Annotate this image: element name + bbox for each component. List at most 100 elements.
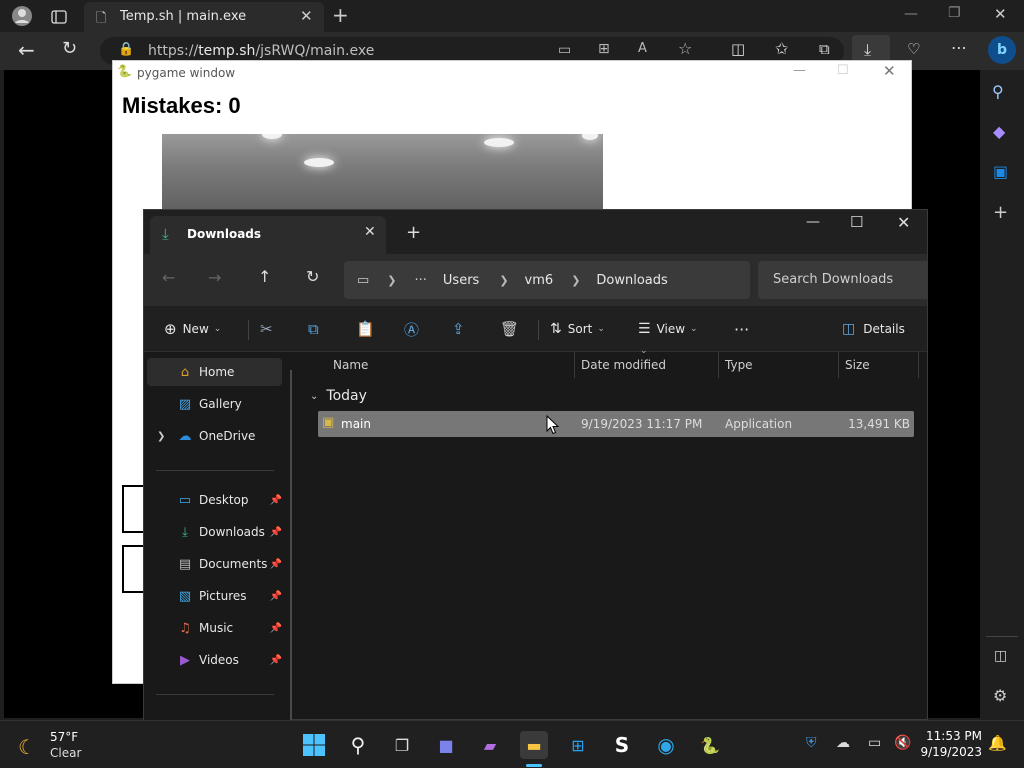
search-downloads-input[interactable]: Search Downloads	[758, 261, 928, 299]
sidebar-item-pictures[interactable]: ▧ Pictures 📌	[147, 582, 282, 610]
breadcrumb[interactable]: ▭ ❯ ··· Users ❯ vm6 ❯ Downloads	[344, 261, 750, 299]
favorites-icon[interactable]: ✩	[775, 39, 788, 58]
microsoft-store-icon[interactable]: ⊞	[564, 731, 592, 759]
delete-trash-icon[interactable]: 🗑	[500, 316, 519, 342]
clipchamp-icon[interactable]: ▰	[476, 731, 504, 759]
notifications-bell-icon[interactable]: 🔔	[988, 734, 1007, 752]
paste-icon[interactable]: 📋	[356, 316, 375, 342]
new-tab-icon[interactable]: +	[332, 3, 349, 27]
weather-widget[interactable]: ☾ 57°F Clear	[14, 729, 134, 763]
copy-icon[interactable]: ⧉	[308, 316, 319, 342]
pygame-titlebar[interactable]: 🐍 pygame window — ☐ ✕	[113, 61, 911, 85]
clock[interactable]: 11:53 PM 9/19/2023	[918, 727, 982, 763]
column-separator[interactable]	[574, 352, 575, 378]
settings-gear-icon[interactable]: ⚙	[993, 686, 1007, 705]
search-icon[interactable]: ⚲	[992, 82, 1004, 101]
new-button[interactable]: ⊕ New ⌄	[164, 316, 221, 342]
breadcrumb-downloads[interactable]: Downloads	[596, 273, 667, 288]
url-text[interactable]: https://temp.sh/jsRWQ/main.exe	[148, 43, 374, 59]
network-icon[interactable]: ▭	[868, 735, 881, 751]
column-name[interactable]: Name	[333, 358, 368, 372]
see-more-icon[interactable]: ···	[734, 316, 749, 342]
explorer-tab-downloads[interactable]: ⤓ Downloads ✕	[150, 216, 386, 254]
pygame-minimize-icon[interactable]: —	[793, 63, 806, 78]
pin-icon[interactable]: 📌	[270, 559, 282, 570]
volume-muted-icon[interactable]: 🔇	[894, 735, 911, 751]
file-explorer-taskbar-icon[interactable]: ▬	[520, 731, 548, 759]
share-icon[interactable]: ⇪	[452, 316, 465, 342]
restore-icon[interactable]: ❐	[948, 5, 961, 21]
close-tab-icon[interactable]: ✕	[300, 7, 313, 25]
add-sidebar-icon[interactable]: +	[993, 202, 1008, 223]
sidebar-item-music[interactable]: ♫ Music 📌	[147, 614, 282, 642]
pin-icon[interactable]: 📌	[270, 623, 282, 634]
copilot-icon[interactable]: b	[988, 36, 1016, 64]
column-size[interactable]: Size	[845, 358, 870, 372]
pin-icon[interactable]: 📌	[270, 527, 282, 538]
details-button[interactable]: ◫ Details	[842, 316, 905, 342]
close-window-icon[interactable]: ✕	[994, 5, 1007, 23]
extensions-icon[interactable]: ⊞	[598, 41, 610, 57]
copilot-side-icon[interactable]: ◆	[993, 122, 1005, 141]
task-view-icon[interactable]: ❐	[388, 731, 416, 759]
pin-icon[interactable]: 📌	[270, 655, 282, 666]
cut-icon[interactable]: ✂	[260, 316, 273, 342]
sidebar-toggle-icon[interactable]: ◫	[994, 648, 1007, 664]
nav-back-icon[interactable]: ←	[162, 268, 175, 287]
taskbar-search-icon[interactable]: ⚲	[344, 731, 372, 759]
teams-chat-icon[interactable]: ■	[432, 731, 460, 759]
sidebar-item-documents[interactable]: ▤ Documents 📌	[147, 550, 282, 578]
pin-icon[interactable]: 📌	[270, 591, 282, 602]
onedrive-tray-icon[interactable]: ☁	[836, 735, 850, 751]
back-icon[interactable]: ←	[18, 38, 35, 62]
tab-actions-icon[interactable]	[48, 6, 70, 28]
breadcrumb-vm6[interactable]: vm6	[525, 273, 554, 288]
sidebar-item-gallery[interactable]: ▨ Gallery	[147, 390, 282, 418]
edge-browser-icon[interactable]: ◉	[652, 731, 680, 759]
file-explorer-window[interactable]: ⤓ Downloads ✕ + — ☐ ✕ ← → ↑ ↻ ▭ ❯ ··· Us…	[143, 209, 928, 720]
outlook-icon[interactable]: ▣	[993, 162, 1008, 181]
read-aloud-icon[interactable]: A	[638, 41, 647, 56]
security-shield-icon[interactable]: ⛨	[806, 735, 817, 751]
nav-refresh-icon[interactable]: ↻	[306, 267, 319, 286]
sidebar-item-videos[interactable]: ▶ Videos 📌	[147, 646, 282, 674]
start-button-icon[interactable]	[300, 731, 328, 759]
column-separator[interactable]	[718, 352, 719, 378]
new-explorer-tab-icon[interactable]: +	[406, 222, 421, 243]
sidebar-item-desktop[interactable]: ▭ Desktop 📌	[147, 486, 282, 514]
minimize-icon[interactable]: —	[904, 6, 918, 22]
close-explorer-tab-icon[interactable]: ✕	[364, 224, 376, 240]
more-menu-icon[interactable]: ⋯	[951, 38, 967, 57]
column-type[interactable]: Type	[725, 358, 753, 372]
view-button[interactable]: ☰ View ⌄	[638, 316, 698, 342]
sidebar-item-home[interactable]: ⌂ Home	[147, 358, 282, 386]
collections-icon[interactable]: ⧉	[819, 40, 830, 58]
explorer-titlebar[interactable]: ⤓ Downloads ✕ + — ☐ ✕	[144, 210, 927, 254]
favorite-star-icon[interactable]: ☆	[678, 39, 692, 58]
nav-up-icon[interactable]: ↑	[258, 267, 271, 286]
browser-essentials-icon[interactable]: ♡	[907, 40, 920, 58]
profile-avatar-icon[interactable]	[10, 4, 34, 28]
this-pc-icon[interactable]: ▭	[357, 273, 369, 288]
group-header-today[interactable]: ⌄ Today	[310, 386, 367, 406]
breadcrumb-users[interactable]: Users	[443, 273, 479, 288]
column-separator[interactable]	[838, 352, 839, 378]
stripe-s-app-icon[interactable]: S	[608, 731, 636, 759]
sidebar-scrollbar[interactable]	[290, 370, 292, 720]
browser-tab[interactable]: 🗋 Temp.sh | main.exe ✕	[84, 2, 324, 32]
sidebar-item-downloads[interactable]: ⤓ Downloads 📌	[147, 518, 282, 546]
pygame-close-icon[interactable]: ✕	[883, 62, 896, 80]
file-row-main[interactable]: ▣ main 9/19/2023 11:17 PM Application 13…	[318, 411, 914, 437]
sort-button[interactable]: ⇅ Sort ⌄	[550, 316, 605, 342]
explorer-maximize-icon[interactable]: ☐	[850, 213, 863, 231]
column-separator[interactable]	[918, 352, 919, 378]
sidebar-item-onedrive[interactable]: ❯ ☁ OneDrive	[147, 422, 282, 450]
split-screen-icon[interactable]: ◫	[731, 40, 745, 58]
breadcrumb-overflow-icon[interactable]: ···	[415, 273, 427, 288]
pin-icon[interactable]: 📌	[270, 495, 282, 506]
pygame-maximize-icon[interactable]: ☐	[837, 63, 849, 78]
column-date-modified[interactable]: Date modified	[581, 358, 666, 372]
nav-forward-icon[interactable]: →	[208, 268, 221, 287]
refresh-icon[interactable]: ↻	[62, 38, 77, 59]
expand-chevron-icon[interactable]: ❯	[157, 431, 165, 442]
